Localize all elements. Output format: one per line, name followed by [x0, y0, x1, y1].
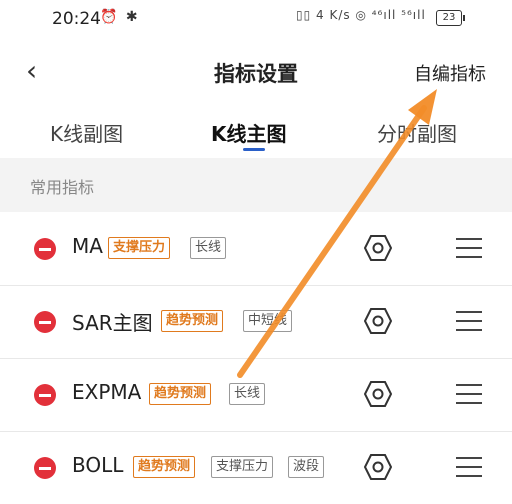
indicator-tag: 支撑压力 [108, 237, 171, 259]
tab-k-main[interactable]: K线主图 [211, 118, 287, 147]
settings-hex-icon[interactable] [364, 234, 392, 262]
tab-intraday-sub[interactable]: 分时副图 [377, 118, 457, 147]
status-time: 20:24 [52, 9, 101, 29]
drag-handle-icon[interactable] [456, 309, 482, 333]
indicator-tag: 长线 [229, 383, 266, 405]
drag-handle-icon[interactable] [456, 382, 482, 406]
tab-bar: K线副图 K线主图 分时副图 [0, 104, 512, 156]
indicator-name: BOLL [72, 453, 124, 477]
remove-icon[interactable] [34, 238, 56, 260]
custom-indicator-button[interactable]: 自编指标 [414, 60, 486, 86]
indicator-row: MA 支撑压力 长线 [0, 212, 512, 286]
indicator-tag: 趋势预测 [161, 310, 224, 332]
indicator-name: EXPMA [72, 380, 142, 404]
indicator-name: SAR主图 [72, 311, 153, 335]
indicator-row: SAR主图 趋势预测 中短线 [0, 285, 512, 359]
status-bar: 20:24 ⏰ ✱ ▯▯ 4 K/s ◎ ⁴⁶ıll ⁵⁶ıll 23 [0, 0, 512, 38]
remove-icon[interactable] [34, 457, 56, 479]
section-title: 常用指标 [30, 178, 95, 197]
indicator-name: MA [72, 234, 103, 258]
drag-handle-icon[interactable] [456, 455, 482, 479]
indicator-tag: 支撑压力 [211, 456, 274, 478]
drag-handle-icon[interactable] [456, 236, 482, 260]
tab-k-sub[interactable]: K线副图 [50, 118, 123, 147]
settings-hex-icon[interactable] [364, 380, 392, 408]
title-bar: ‹ 指标设置 自编指标 [0, 42, 512, 100]
settings-hex-icon[interactable] [364, 307, 392, 335]
active-tab-indicator [243, 148, 265, 151]
settings-hex-icon[interactable] [364, 453, 392, 481]
indicator-tag: 长线 [190, 237, 227, 259]
indicator-tag: 趋势预测 [133, 456, 196, 478]
alarm-bluetooth-icons: ⏰ ✱ [100, 9, 140, 25]
indicator-tag: 中短线 [243, 310, 293, 332]
indicator-row: BOLL 趋势预测 支撑压力 波段 [0, 431, 512, 504]
section-header: 常用指标 [0, 158, 512, 212]
indicator-tag: 波段 [288, 456, 325, 478]
signal-icons: ▯▯ 4 K/s ◎ ⁴⁶ıll ⁵⁶ıll [296, 8, 426, 22]
remove-icon[interactable] [34, 384, 56, 406]
indicator-tag: 趋势预测 [149, 383, 212, 405]
indicator-row: EXPMA 趋势预测 长线 [0, 358, 512, 432]
battery-icon: 23 [436, 10, 465, 26]
remove-icon[interactable] [34, 311, 56, 333]
